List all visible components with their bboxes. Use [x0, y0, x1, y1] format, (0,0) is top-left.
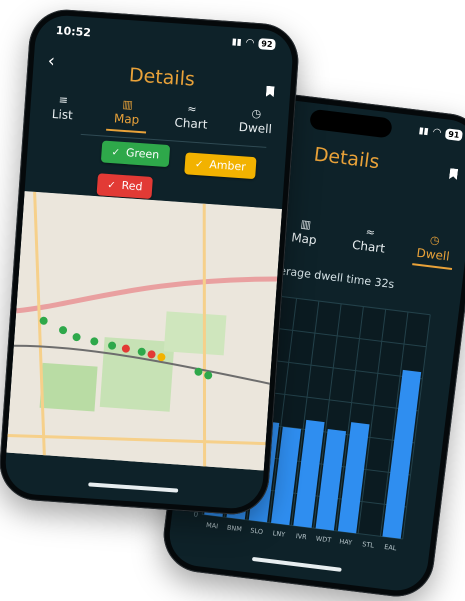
chart-title: Average dwell time 32s	[265, 262, 395, 291]
tab-dwell[interactable]: ◷ Dwell	[231, 105, 281, 136]
tab-label: List	[51, 106, 74, 123]
wifi-icon: ◠	[245, 37, 255, 49]
x-tick-label: LNY	[272, 529, 285, 538]
x-tick-label: HAY	[339, 537, 353, 547]
x-tick-label: BNM	[226, 524, 242, 534]
status-time: 10:52	[55, 23, 92, 40]
filter-red-button[interactable]: ✓ Red	[96, 173, 154, 200]
tab-bar: ≡ List ▥ Map ≈ Chart ◷ Dwell	[30, 91, 289, 137]
filter-amber-button[interactable]: ✓ Amber	[184, 152, 257, 180]
x-tick-label: STL	[362, 540, 375, 549]
signal-icon: ▮▮	[231, 36, 243, 48]
check-icon: ✓	[111, 147, 121, 159]
status-bar: 10:52 ▮▮ ◠ 92	[55, 24, 276, 55]
tab-label: Chart	[174, 115, 208, 132]
x-tick-label: WDT	[315, 534, 331, 544]
front-phone: 10:52 ▮▮ ◠ 92 ‹ Details ≡ List ▥ Map ≈ C…	[0, 7, 301, 517]
filter-label: Red	[121, 178, 143, 194]
filter-label: Amber	[208, 157, 247, 174]
check-icon: ✓	[194, 158, 204, 171]
battery-icon: 92	[257, 38, 276, 51]
page-title: Details	[128, 64, 196, 91]
filter-label: Green	[125, 146, 160, 162]
tab-chart[interactable]: ≈ Chart	[344, 223, 395, 257]
tab-label: Dwell	[238, 119, 273, 137]
route-map[interactable]	[6, 191, 283, 471]
tab-label: Dwell	[415, 245, 451, 264]
tab-label: Chart	[351, 237, 386, 256]
x-tick-label: MAI	[206, 521, 219, 530]
x-tick-label: IVR	[295, 532, 307, 541]
tab-label: Map	[113, 111, 140, 127]
tab-label: Map	[290, 230, 318, 248]
tab-list[interactable]: ≡ List	[38, 92, 88, 123]
check-icon: ✓	[106, 179, 116, 192]
filter-green-button[interactable]: ✓ Green	[100, 140, 170, 168]
tab-chart[interactable]: ≈ Chart	[167, 101, 217, 132]
x-tick-label: EAL	[384, 543, 397, 552]
signal-icon: ▮▮	[418, 125, 430, 137]
x-tick-label: SLO	[250, 526, 264, 535]
wifi-icon: ◠	[431, 126, 442, 139]
battery-icon: 91	[444, 128, 463, 142]
tab-dwell[interactable]: ◷ Dwell	[408, 231, 459, 265]
map-tiles	[6, 191, 283, 471]
park-area	[163, 311, 227, 356]
park-area	[39, 362, 98, 412]
tab-map[interactable]: ▥ Map	[102, 96, 152, 127]
home-indicator	[88, 482, 179, 493]
map-screen: 10:52 ▮▮ ◠ 92 ‹ Details ≡ List ▥ Map ≈ C…	[3, 13, 295, 511]
